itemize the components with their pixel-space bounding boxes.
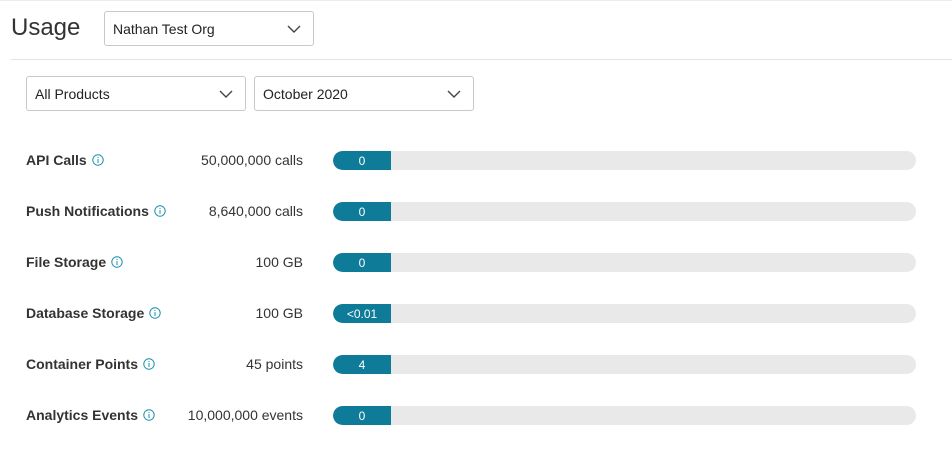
month-select[interactable]: October 2020 xyxy=(254,76,474,111)
usage-bar-fill: 4 xyxy=(333,355,391,374)
usage-bar-fill: 0 xyxy=(333,406,391,425)
usage-bar: 0 xyxy=(333,253,916,272)
metric-label: File Storage xyxy=(26,254,107,270)
usage-bar: 0 xyxy=(333,406,916,425)
usage-row-api-calls: API Calls 50,000,000 calls 0 xyxy=(0,150,952,174)
usage-row-push-notifications: Push Notifications 8,640,000 calls 0 xyxy=(0,201,952,225)
top-border xyxy=(0,0,952,1)
metric-limit: 10,000,000 events xyxy=(187,407,303,423)
metric-limit: 45 points xyxy=(246,356,303,372)
month-select-value: October 2020 xyxy=(263,85,348,102)
header-divider xyxy=(11,59,952,60)
chevron-down-icon xyxy=(287,25,301,33)
metric-label-wrap: API Calls xyxy=(26,152,104,168)
metric-label: Container Points xyxy=(26,356,139,372)
product-select[interactable]: All Products xyxy=(26,76,246,111)
metric-limit: 8,640,000 calls xyxy=(208,203,303,219)
org-select-value: Nathan Test Org xyxy=(113,20,215,37)
usage-bar: 0 xyxy=(333,202,916,221)
usage-bar-fill: 0 xyxy=(333,202,391,221)
metric-label-wrap: Push Notifications xyxy=(26,203,166,219)
info-icon[interactable] xyxy=(154,205,166,217)
chevron-down-icon xyxy=(219,90,233,98)
info-icon[interactable] xyxy=(111,256,123,268)
metric-limit: 50,000,000 calls xyxy=(201,152,303,168)
info-icon[interactable] xyxy=(143,358,155,370)
metric-limit: 100 GB xyxy=(255,305,303,321)
metric-label: API Calls xyxy=(26,152,87,168)
info-icon[interactable] xyxy=(92,154,104,166)
usage-row-container-points: Container Points 45 points 4 xyxy=(0,354,952,378)
usage-row-database-storage: Database Storage 100 GB <0.01 xyxy=(0,303,952,327)
metric-label-wrap: Database Storage xyxy=(26,305,161,321)
metric-label: Push Notifications xyxy=(26,203,149,219)
page-title: Usage xyxy=(11,14,81,41)
usage-bar-fill: 0 xyxy=(333,151,391,170)
product-select-value: All Products xyxy=(35,85,110,102)
metric-label-wrap: File Storage xyxy=(26,254,123,270)
usage-bar: <0.01 xyxy=(333,304,916,323)
metric-label-wrap: Analytics Events xyxy=(26,407,155,423)
chevron-down-icon xyxy=(447,90,461,98)
metric-label: Analytics Events xyxy=(26,407,139,423)
metric-limit: 100 GB xyxy=(255,254,303,270)
usage-row-file-storage: File Storage 100 GB 0 xyxy=(0,252,952,276)
usage-bar: 4 xyxy=(333,355,916,374)
info-icon[interactable] xyxy=(143,409,155,421)
usage-bar-fill: <0.01 xyxy=(333,304,391,323)
usage-row-analytics-events: Analytics Events 10,000,000 events 0 xyxy=(0,405,952,429)
info-icon[interactable] xyxy=(149,307,161,319)
metric-label-wrap: Container Points xyxy=(26,356,155,372)
org-select[interactable]: Nathan Test Org xyxy=(104,11,314,46)
usage-bar-fill: 0 xyxy=(333,253,391,272)
usage-bar: 0 xyxy=(333,151,916,170)
metric-label: Database Storage xyxy=(26,305,145,321)
